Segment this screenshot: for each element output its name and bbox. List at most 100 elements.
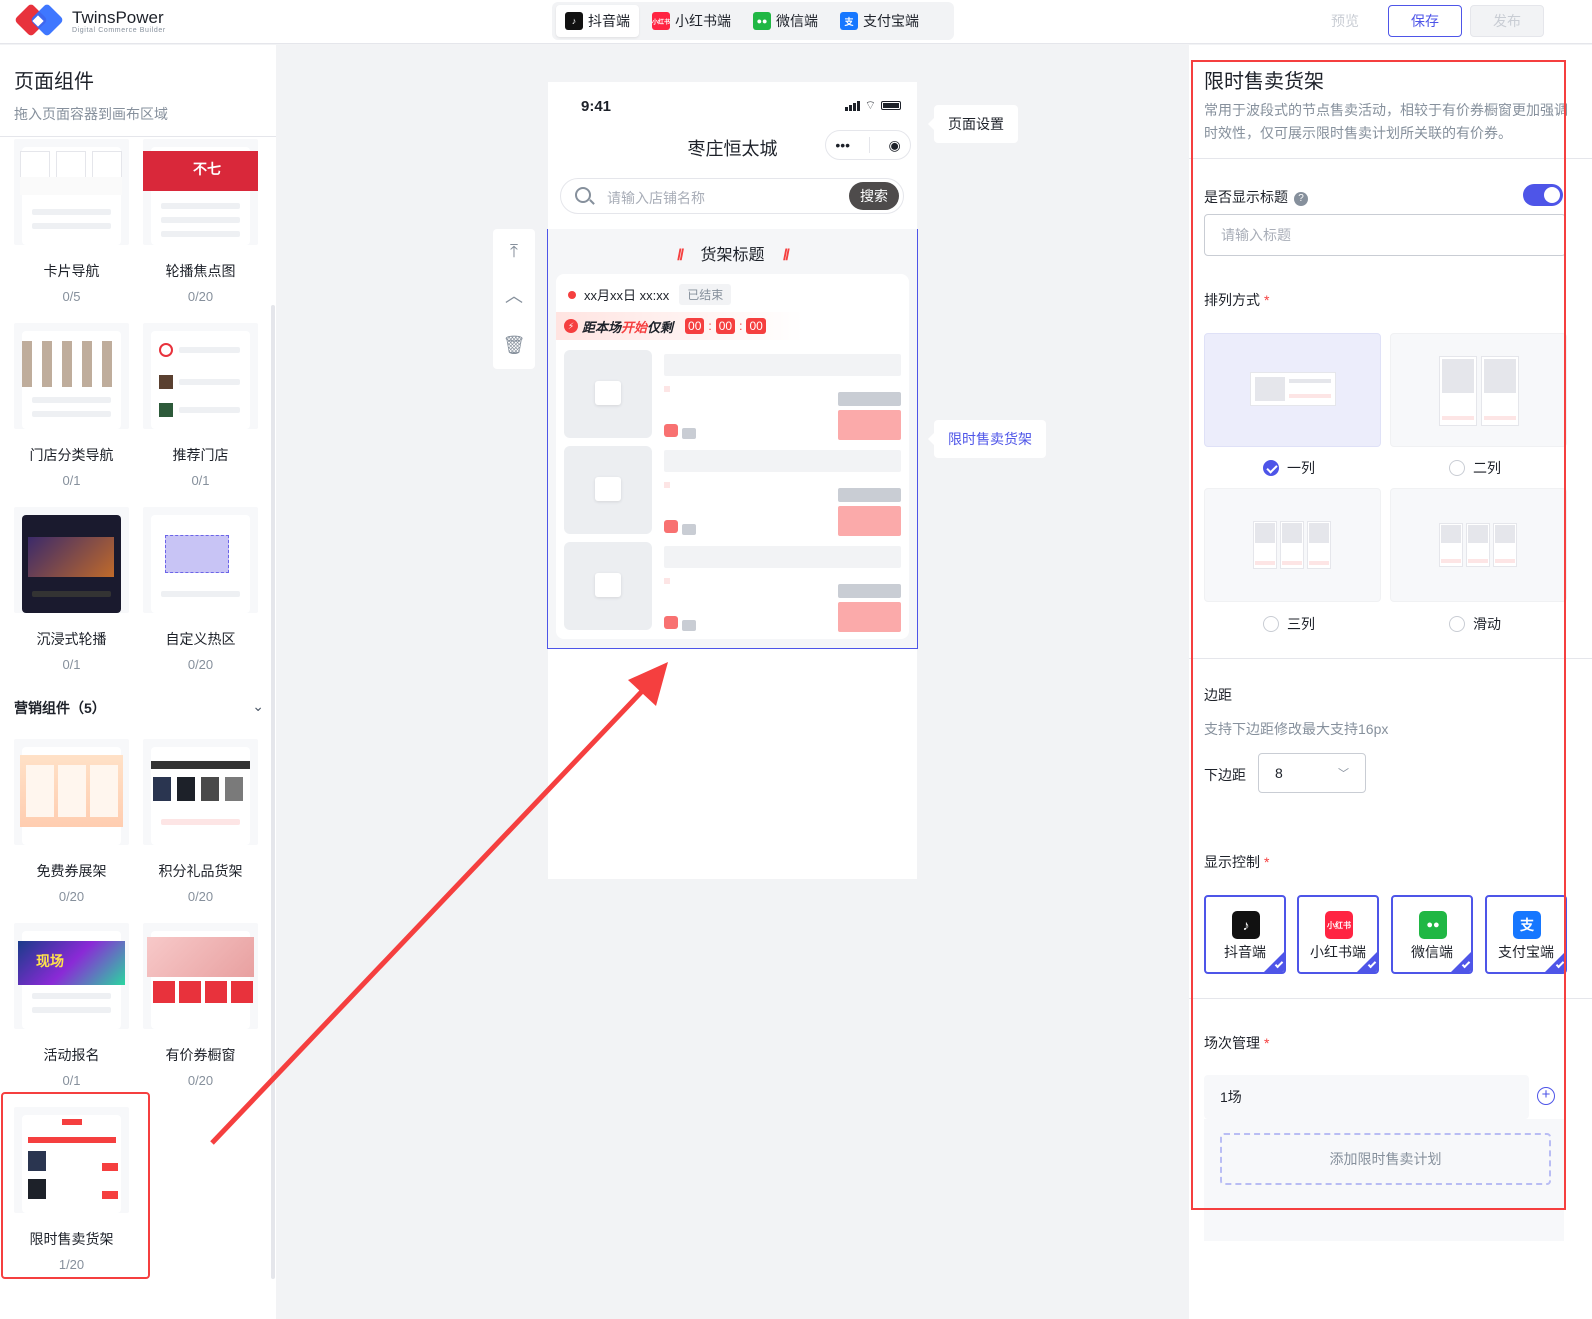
search-button[interactable]: 搜索 — [849, 182, 899, 210]
session-row: xx月xx日 xx:xx 已结束 — [568, 284, 732, 305]
session-time: xx月xx日 xx:xx — [584, 288, 670, 303]
component-recommended-stores[interactable]: 推荐门店 0/1 — [143, 323, 258, 488]
publish-button[interactable]: 发布 — [1470, 5, 1544, 37]
component-name: 活动报名 — [43, 1047, 100, 1063]
shelf-title: 货架标题 — [700, 247, 765, 264]
signal-icon — [844, 100, 860, 111]
more-icon[interactable]: ••• — [835, 137, 850, 153]
delete-icon[interactable]: 🗑 — [493, 327, 535, 363]
countdown-label: 距本场开始仅剩 — [582, 319, 674, 335]
tab-label: 抖音端 — [588, 13, 630, 29]
mini-program-capsule[interactable]: ••• ◉ — [825, 130, 911, 160]
component-thumbnail — [14, 139, 129, 245]
component-count: 0/20 — [187, 889, 214, 904]
flash-sale-shelf-block[interactable]: // 货架标题 // xx月xx日 xx:xx 已结束 ⚡ 距本场开始仅剩 00… — [547, 229, 918, 649]
brand-logo[interactable]: TwinsPower Digital Commerce Builder — [14, 3, 166, 38]
status-icons: ⌔ — [844, 98, 901, 113]
group-title: 营销组件（5） — [14, 700, 106, 716]
component-carousel[interactable]: 不七 轮播焦点图 0/20 — [143, 139, 258, 304]
platform-tabs: ♪ 抖音端 小红书 小红书端 ●● 微信端 支 支付宝端 — [552, 2, 954, 40]
status-time: 9:41 — [581, 98, 612, 115]
component-count: 0/1 — [62, 657, 81, 672]
countdown-seconds: 00 — [746, 318, 766, 334]
panel-title: 页面组件 — [14, 71, 94, 93]
component-thumbnail — [14, 323, 129, 429]
lightning-icon: ⚡ — [564, 319, 578, 333]
component-name: 轮播焦点图 — [165, 263, 236, 279]
component-count: 0/5 — [62, 289, 81, 304]
alipay-icon: 支 — [840, 12, 858, 30]
component-count: 0/20 — [187, 657, 214, 672]
tab-alipay[interactable]: 支 支付宝端 — [831, 5, 928, 37]
product-placeholder — [564, 350, 901, 440]
logo-icon — [14, 3, 64, 38]
battery-icon — [881, 101, 901, 110]
xiaohongshu-icon: 小红书 — [652, 12, 670, 30]
component-thumbnail — [143, 323, 258, 429]
component-event-signup[interactable]: 现场 活动报名 0/1 — [14, 923, 129, 1088]
component-thumbnail — [143, 739, 258, 845]
wifi-icon: ⌔ — [864, 98, 876, 112]
component-immersive-carousel[interactable]: 沉浸式轮播 0/1 — [14, 507, 129, 672]
product-placeholder — [564, 542, 901, 632]
preview-button[interactable]: 预览 — [1310, 5, 1380, 37]
component-count: 0/1 — [62, 473, 81, 488]
component-name: 有价券橱窗 — [165, 1047, 236, 1063]
component-count: 0/1 — [191, 473, 210, 488]
component-thumbnail — [143, 507, 258, 613]
tab-xiaohongshu[interactable]: 小红书 小红书端 — [643, 5, 740, 37]
image-placeholder-icon — [564, 350, 652, 438]
status-dot — [568, 290, 576, 299]
tab-wechat[interactable]: ●● 微信端 — [744, 5, 827, 37]
tab-douyin[interactable]: ♪ 抖音端 — [556, 5, 639, 37]
countdown-row: ⚡ 距本场开始仅剩 00 : 00 : 00 — [556, 312, 909, 340]
save-button[interactable]: 保存 — [1388, 5, 1462, 37]
chevron-down-icon[interactable]: ⌄ — [252, 698, 264, 715]
panel-scrollbar[interactable] — [271, 305, 275, 1279]
page-settings-tag[interactable]: 页面设置 — [928, 105, 1018, 143]
countdown-minutes: 00 — [715, 318, 736, 334]
component-custom-hotspot[interactable]: 自定义热区 0/20 — [143, 507, 258, 672]
session-status-badge: 已结束 — [679, 284, 732, 305]
move-up-icon[interactable]: ︿ — [493, 277, 535, 313]
tab-label: 小红书端 — [675, 13, 731, 29]
component-count: 0/20 — [187, 1073, 214, 1088]
search-placeholder: 请输入店铺名称 — [607, 190, 705, 206]
highlight-frame — [1191, 60, 1566, 1210]
shelf-title-decoration: // — [677, 247, 684, 264]
component-free-coupon-shelf[interactable]: 免费券展架 0/20 — [14, 739, 129, 904]
flash-sale-shelf-tag[interactable]: 限时售卖货架 — [928, 420, 1046, 458]
component-thumbnail: 现场 — [14, 923, 129, 1029]
component-name: 免费券展架 — [36, 863, 107, 879]
shelf-title-decoration: // — [782, 247, 790, 264]
wechat-icon: ●● — [753, 12, 771, 30]
panel-subtitle: 拖入页面容器到画布区域 — [14, 106, 168, 122]
component-thumbnail — [14, 739, 129, 845]
top-bar: TwinsPower Digital Commerce Builder ♪ 抖音… — [0, 0, 1592, 44]
product-placeholder — [564, 446, 901, 536]
component-count: 0/20 — [58, 889, 85, 904]
tab-label: 支付宝端 — [863, 13, 919, 29]
search-bar[interactable]: 请输入店铺名称 搜索 — [560, 178, 904, 214]
component-points-gift-shelf[interactable]: 积分礼品货架 0/20 — [143, 739, 258, 904]
brand-subtitle: Digital Commerce Builder — [72, 27, 166, 34]
component-count: 0/20 — [187, 289, 214, 304]
component-name: 积分礼品货架 — [158, 863, 243, 879]
component-name: 卡片导航 — [43, 263, 100, 279]
component-name: 沉浸式轮播 — [36, 631, 107, 647]
component-count: 0/1 — [62, 1073, 81, 1088]
tab-label: 微信端 — [776, 13, 818, 29]
component-thumbnail: 不七 — [143, 139, 258, 245]
countdown-hours: 00 — [685, 318, 705, 334]
image-placeholder-icon — [564, 446, 652, 534]
component-paid-coupon-window[interactable]: 有价券橱窗 0/20 — [143, 923, 258, 1088]
component-card-nav[interactable]: 卡片导航 0/5 — [14, 139, 129, 304]
marketing-group-header[interactable]: 营销组件（5） ⌄ — [14, 698, 264, 718]
move-to-top-icon[interactable]: ⤒ — [493, 233, 535, 269]
close-target-icon[interactable]: ◉ — [888, 137, 900, 154]
component-name: 自定义热区 — [165, 631, 236, 647]
top-actions: 预览 保存 发布 — [1310, 5, 1592, 37]
component-store-category-nav[interactable]: 门店分类导航 0/1 — [14, 323, 129, 488]
brand-name: TwinsPower — [72, 8, 164, 27]
component-thumbnail — [143, 923, 258, 1029]
